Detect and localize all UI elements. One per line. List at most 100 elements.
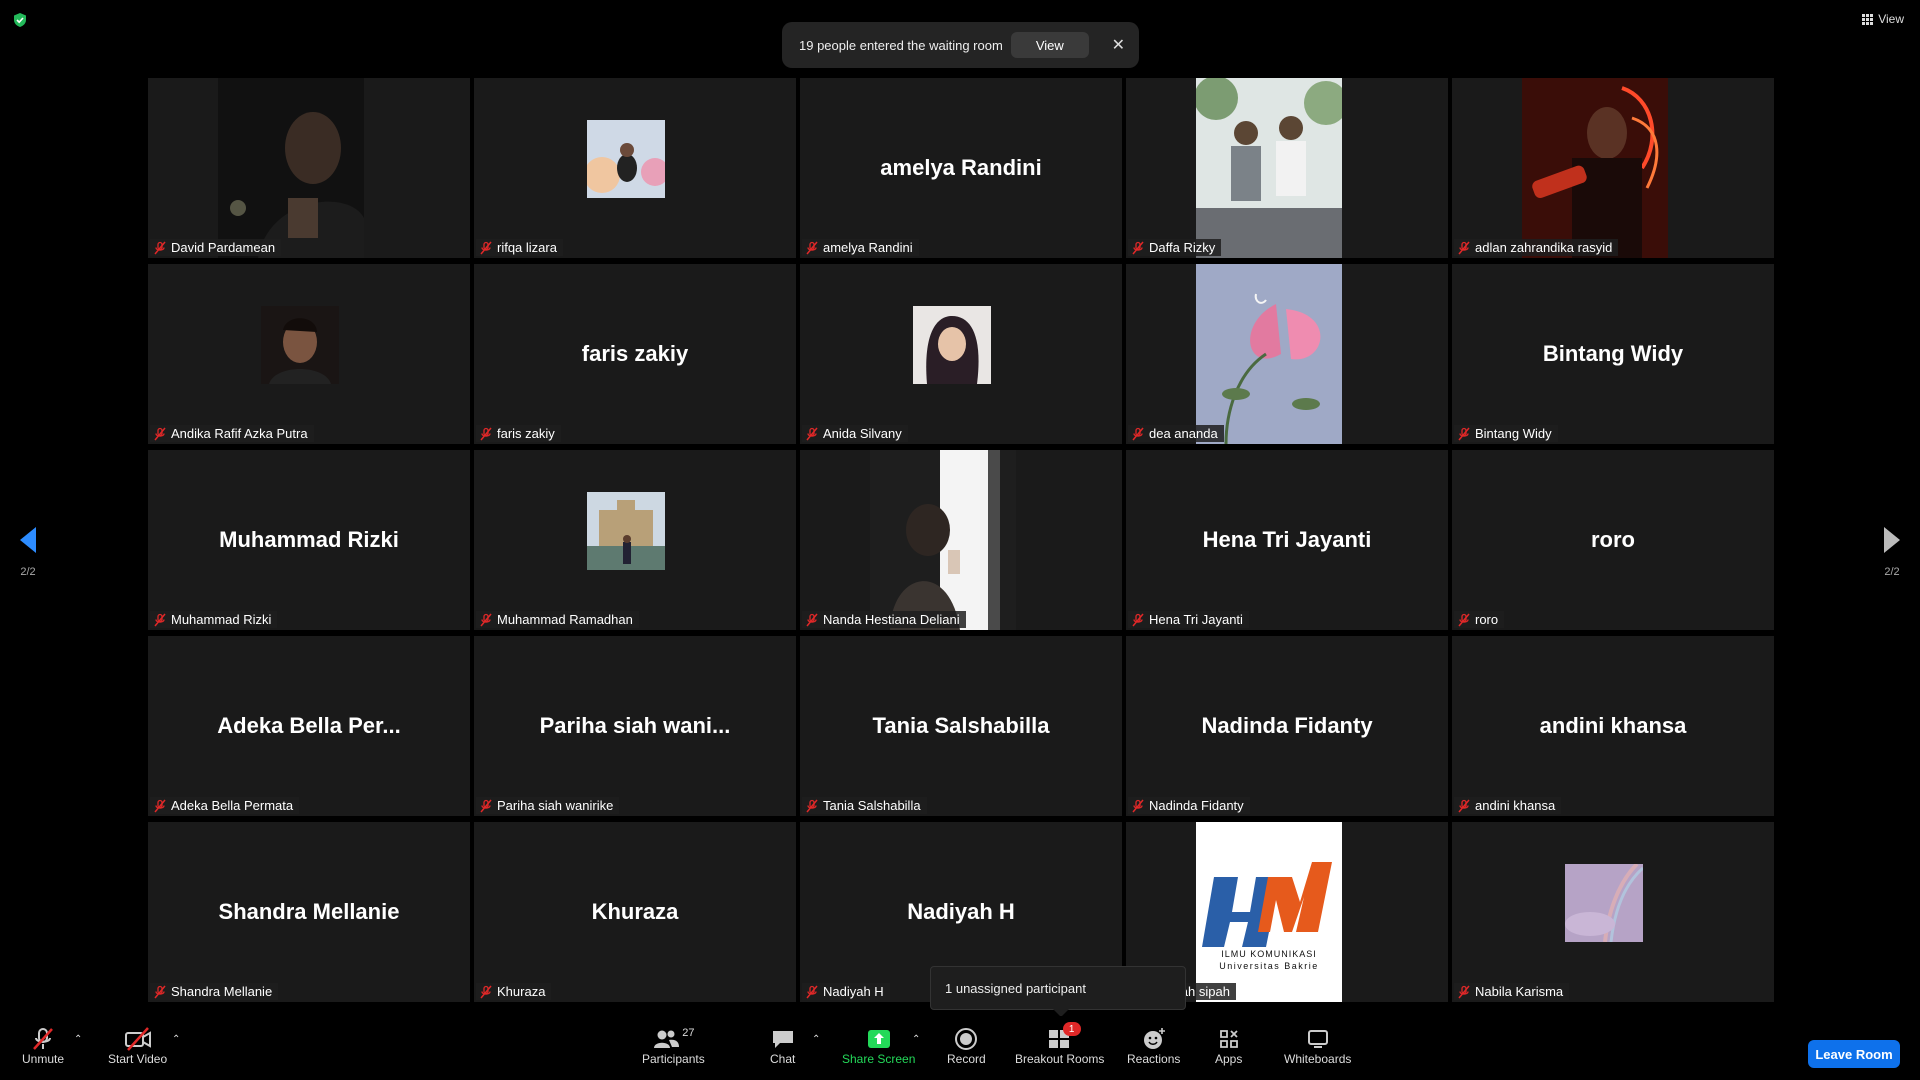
participant-name-label: Andika Rafif Azka Putra [150, 425, 314, 442]
participant-display-name: Adeka Bella Per... [217, 713, 401, 738]
record-label: Record [947, 1052, 986, 1066]
participant-display-name: Muhammad Rizki [219, 527, 399, 552]
participant-display-name: faris zakiy [581, 341, 689, 366]
whiteboards-button[interactable]: Whiteboards [1284, 1026, 1351, 1066]
participant-display-name: Bintang Widy [1542, 341, 1684, 366]
participant-name-label: Nadiyah H [802, 983, 890, 1000]
participant-name-label: Anida Silvany [802, 425, 908, 442]
participant-name: dea ananda [1149, 426, 1218, 441]
participant-display-name: Nadiyah H [907, 899, 1015, 924]
participant-video [261, 306, 339, 384]
unmute-button[interactable]: Unmute [22, 1026, 64, 1066]
participant-display-name: Hena Tri Jayanti [1202, 527, 1372, 552]
participant-name: David Pardamean [171, 240, 276, 255]
participant-name-label: Muhammad Ramadhan [476, 611, 639, 628]
participant-tile[interactable]: Muhammad Ramadhan [474, 450, 796, 630]
participant-name-label: David Pardamean [150, 239, 282, 256]
participant-tile[interactable]: David Pardamean [148, 78, 470, 258]
mic-muted-icon [806, 799, 818, 812]
participant-display-name: Khuraza [591, 899, 679, 924]
participant-video [870, 450, 1016, 630]
chat-options-caret[interactable]: ⌃ [812, 1034, 820, 1045]
view-button[interactable]: View [1862, 12, 1904, 26]
logo-line2: Universitas Bakrie [1219, 961, 1319, 971]
participant-tile[interactable]: Nadinda Fidanty Nadinda Fidanty [1126, 636, 1448, 816]
profile-logo: ILMU KOMUNIKASI Universitas Bakrie [1196, 822, 1342, 1002]
previous-page-button[interactable]: 2/2 [8, 525, 48, 578]
participant-name: Shandra Mellanie [171, 984, 273, 999]
mic-muted-icon [1458, 799, 1470, 812]
mic-muted-icon [1132, 799, 1144, 812]
participants-count: 27 [682, 1027, 695, 1039]
participant-tile[interactable]: Bintang Widy Bintang Widy [1452, 264, 1774, 444]
participant-name-label: Nanda Hestiana Deliani [802, 611, 966, 628]
participant-tile[interactable]: Andika Rafif Azka Putra [148, 264, 470, 444]
participant-tile[interactable]: Khuraza Khuraza [474, 822, 796, 1002]
participant-name: Nadiyah H [823, 984, 884, 999]
audio-options-caret[interactable]: ⌃ [74, 1034, 82, 1045]
mic-muted-icon [1458, 613, 1470, 626]
participant-tile[interactable]: Muhammad Rizki Muhammad Rizki [148, 450, 470, 630]
participant-name: adlan zahrandika rasyid [1475, 240, 1613, 255]
participant-tile[interactable]: Adeka Bella Per... Adeka Bella Permata [148, 636, 470, 816]
breakout-rooms-icon: 1 [1047, 1022, 1081, 1052]
participant-name-label: roro [1454, 611, 1505, 628]
participant-video [584, 120, 669, 198]
participant-video [1565, 862, 1644, 943]
participant-name: rifqa lizara [497, 240, 557, 255]
participant-name: Nadinda Fidanty [1149, 798, 1244, 813]
participant-video [218, 78, 364, 258]
participant-tile[interactable]: Tania Salshabilla Tania Salshabilla [800, 636, 1122, 816]
mic-muted-icon [480, 985, 492, 998]
participant-tile[interactable]: Daffa Rizky [1126, 78, 1448, 258]
chat-button[interactable]: Chat [770, 1026, 795, 1066]
participants-button[interactable]: 27 Participants [642, 1026, 705, 1066]
share-options-caret[interactable]: ⌃ [912, 1034, 920, 1045]
participant-display-name: Pariha siah wani... [539, 713, 731, 738]
participant-name-label: Adeka Bella Permata [150, 797, 300, 814]
page-indicator-left: 2/2 [20, 566, 36, 578]
participant-name: Tania Salshabilla [823, 798, 921, 813]
apps-button[interactable]: Apps [1215, 1026, 1242, 1066]
participant-name: Nabila Karisma [1475, 984, 1564, 999]
reactions-button[interactable]: Reactions [1127, 1026, 1180, 1066]
participant-tile[interactable]: Shandra Mellanie Shandra Mellanie [148, 822, 470, 1002]
participant-tile[interactable]: andini khansa andini khansa [1452, 636, 1774, 816]
participant-display-name: Shandra Mellanie [218, 899, 400, 924]
apps-icon [1217, 1026, 1241, 1052]
mic-muted-icon [30, 1026, 56, 1052]
mic-muted-icon [806, 241, 818, 254]
participant-tile[interactable]: Pariha siah wani... Pariha siah wanirike [474, 636, 796, 816]
start-video-button[interactable]: Start Video [108, 1026, 167, 1066]
participant-name-label: dea ananda [1128, 425, 1224, 442]
participant-tile[interactable]: Hena Tri Jayanti Hena Tri Jayanti [1126, 450, 1448, 630]
participant-tile[interactable]: Nanda Hestiana Deliani [800, 450, 1122, 630]
participant-name: Bintang Widy [1475, 426, 1552, 441]
notification-text: 19 people entered the waiting room [799, 37, 1003, 53]
notification-view-button[interactable]: View [1010, 32, 1089, 58]
participant-tile[interactable]: rifqa lizara [474, 78, 796, 258]
leave-room-button[interactable]: Leave Room [1808, 1040, 1900, 1068]
share-screen-button[interactable]: Share Screen [842, 1026, 915, 1066]
participant-name: Khuraza [497, 984, 546, 999]
breakout-rooms-button[interactable]: 1 Breakout Rooms [1015, 1022, 1104, 1066]
shield-icon[interactable] [12, 12, 28, 28]
record-button[interactable]: Record [947, 1026, 986, 1066]
participant-name: Hena Tri Jayanti [1149, 612, 1243, 627]
participant-name: Adeka Bella Permata [171, 798, 294, 813]
next-page-button[interactable]: 2/2 [1872, 525, 1912, 578]
whiteboard-icon [1306, 1026, 1330, 1052]
view-label: View [1878, 12, 1904, 26]
participant-name-label: Khuraza [476, 983, 552, 1000]
video-options-caret[interactable]: ⌃ [172, 1034, 180, 1045]
participant-name-label: Daffa Rizky [1128, 239, 1222, 256]
participant-tile[interactable]: dea ananda [1126, 264, 1448, 444]
participant-tile[interactable]: Anida Silvany [800, 264, 1122, 444]
participant-tile[interactable]: amelya Randini amelya Randini [800, 78, 1122, 258]
meeting-toolbar: Unmute ⌃ Start Video ⌃ 27 Participants C… [0, 1016, 1920, 1080]
participant-tile[interactable]: adlan zahrandika rasyid [1452, 78, 1774, 258]
participant-tile[interactable]: faris zakiy faris zakiy [474, 264, 796, 444]
close-icon[interactable]: ✕ [1112, 35, 1125, 55]
participant-tile[interactable]: roro roro [1452, 450, 1774, 630]
participant-tile[interactable]: Nabila Karisma [1452, 822, 1774, 1002]
